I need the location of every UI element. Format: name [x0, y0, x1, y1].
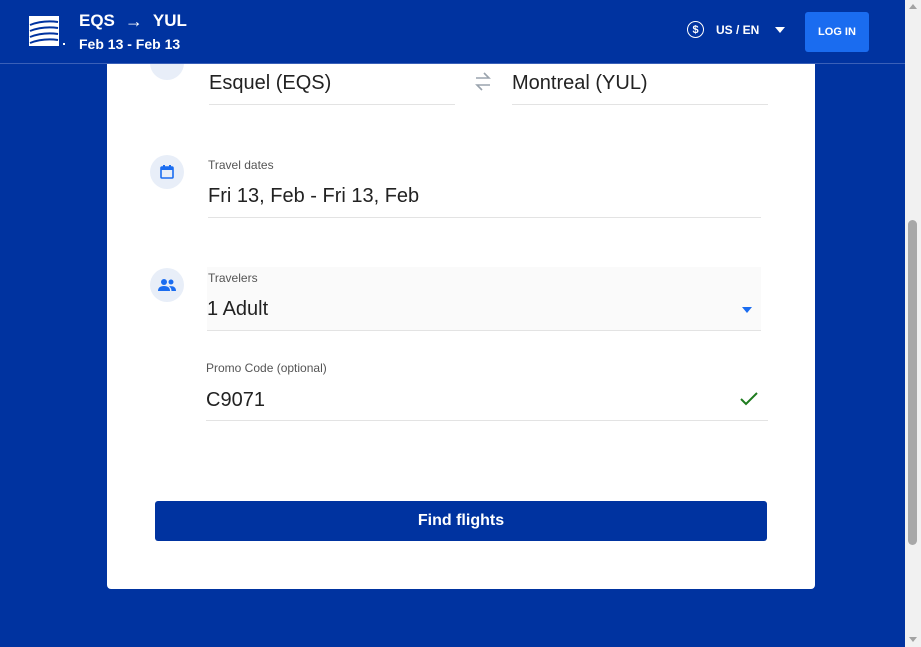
travelers-select[interactable]: Travelers 1 Adult — [207, 267, 761, 331]
route-summary: EQS → YUL Feb 13 - Feb 13 — [79, 10, 187, 53]
travel-dates-label: Travel dates — [208, 158, 274, 172]
chevron-down-icon — [775, 26, 786, 33]
route-dates: Feb 13 - Feb 13 — [79, 36, 181, 52]
checkmark-icon — [739, 391, 759, 412]
scroll-down-icon[interactable] — [909, 637, 917, 642]
scrollbar-thumb[interactable] — [908, 220, 917, 545]
page-scrollbar[interactable] — [905, 0, 921, 647]
travel-dates-value: Fri 13, Feb - Fri 13, Feb — [208, 185, 420, 207]
currency-selector[interactable]: $ US / EN — [687, 21, 786, 38]
top-bar: EQS → YUL Feb 13 - Feb 13 $ US / EN LOG … — [0, 0, 905, 64]
dollar-circle-icon: $ — [687, 21, 704, 38]
origin-code: EQS — [79, 11, 115, 30]
scroll-up-icon[interactable] — [909, 4, 917, 9]
travelers-label: Travelers — [208, 271, 258, 285]
destination-value: Montreal (YUL) — [512, 72, 648, 94]
currency-label: US / EN — [716, 22, 760, 37]
destination-field[interactable]: Montreal (YUL) — [512, 64, 768, 105]
travel-dates-field[interactable]: Travel dates Fri 13, Feb - Fri 13, Feb — [208, 155, 761, 218]
swap-icon[interactable] — [474, 69, 492, 95]
people-icon — [150, 268, 184, 302]
origin-field[interactable]: Esquel (EQS) — [209, 64, 455, 105]
travelers-value: 1 Adult — [207, 298, 269, 320]
search-form-card: Esquel (EQS) Montreal (YUL) Travel dates… — [107, 20, 815, 589]
promo-code-label: Promo Code (optional) — [206, 361, 327, 375]
promo-code-field[interactable]: Promo Code (optional) C9071 — [206, 358, 768, 421]
promo-code-value: C9071 — [206, 389, 265, 411]
calendar-icon — [150, 155, 184, 189]
airline-logo-icon[interactable] — [29, 16, 69, 48]
arrow-right-icon: → — [124, 10, 143, 31]
find-flights-button[interactable]: Find flights — [155, 501, 767, 541]
origin-value: Esquel (EQS) — [209, 72, 332, 94]
destination-code: YUL — [152, 11, 187, 30]
chevron-down-icon — [742, 307, 752, 313]
login-button[interactable]: LOG IN — [805, 12, 869, 52]
